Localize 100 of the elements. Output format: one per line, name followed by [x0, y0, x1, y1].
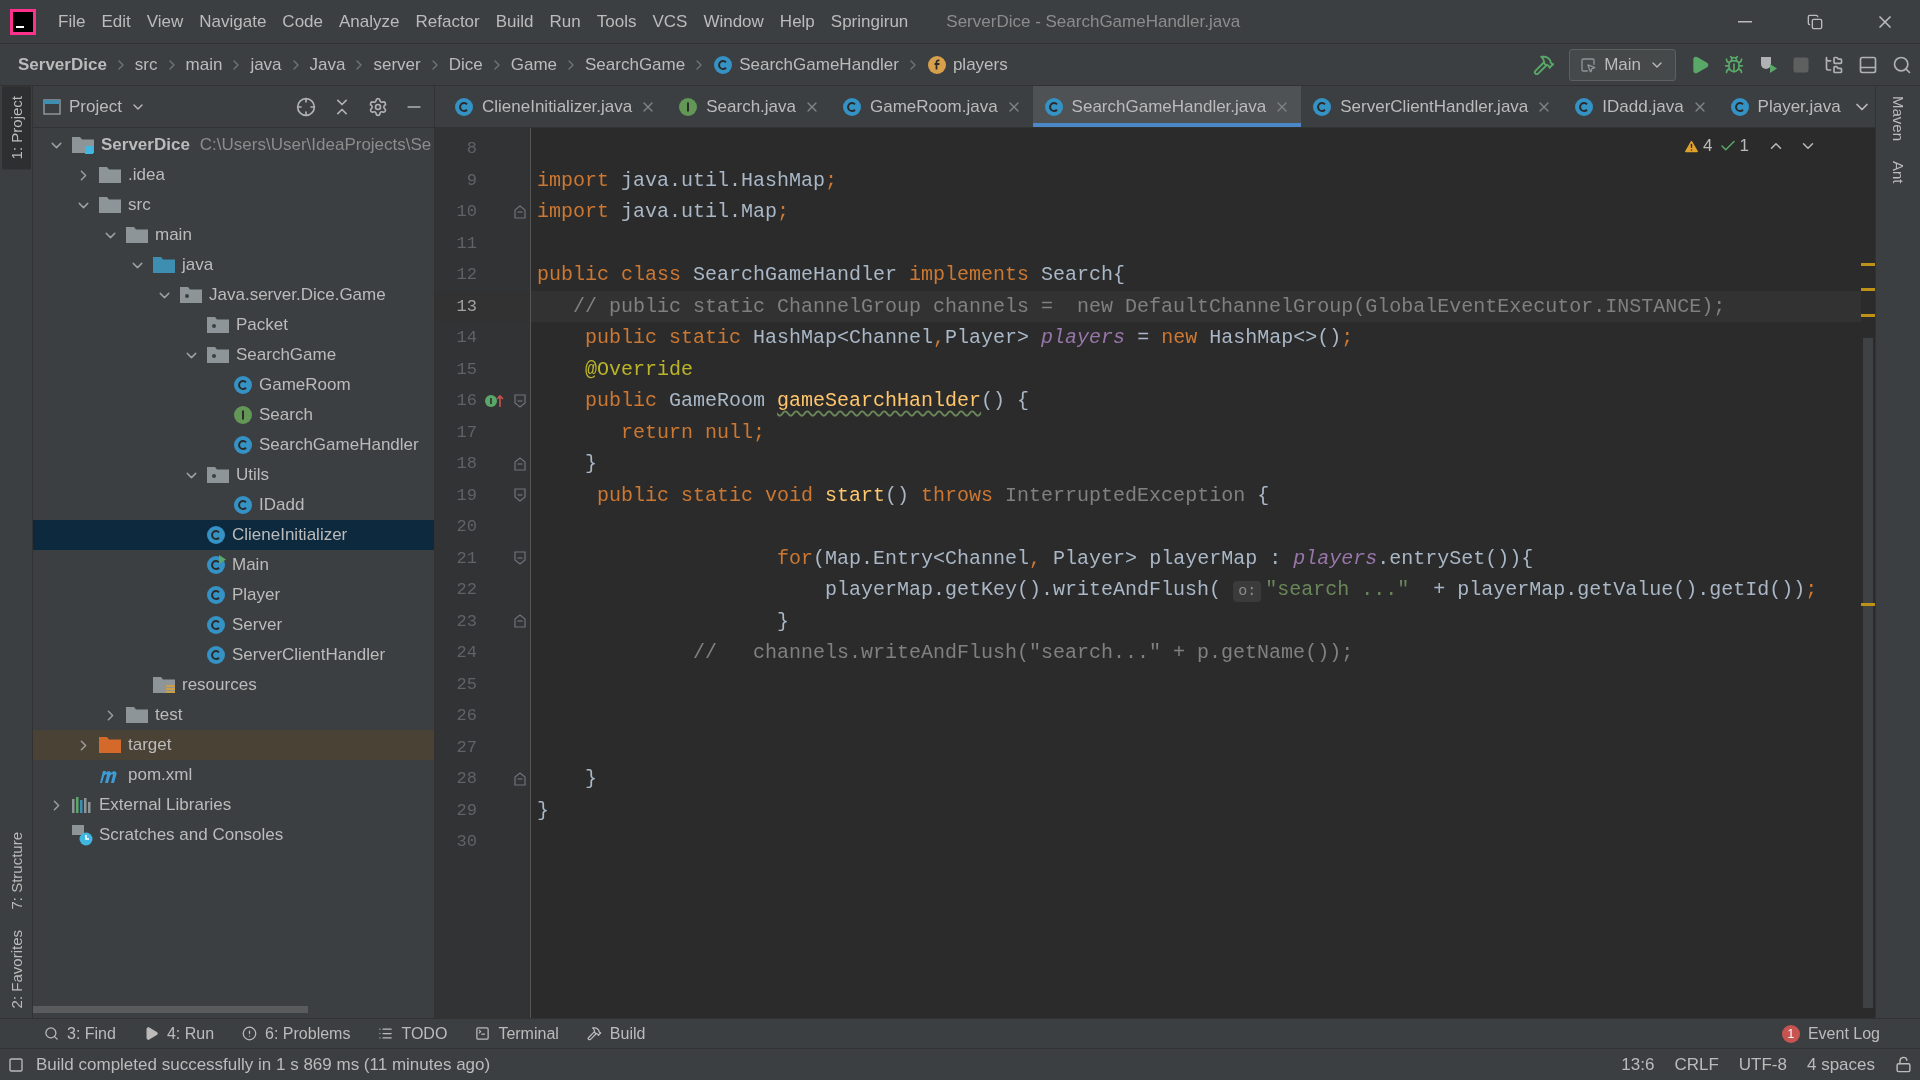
- tree-item[interactable]: Search: [33, 400, 434, 430]
- menu-item[interactable]: Run: [541, 11, 589, 32]
- project-structure-icon[interactable]: [1824, 54, 1844, 75]
- weak-warnings-count[interactable]: 1: [1718, 136, 1749, 156]
- code-line: return null;: [620, 420, 766, 444]
- menu-item[interactable]: Edit: [93, 11, 139, 32]
- editor-tab[interactable]: GameRoom.java: [831, 86, 1033, 127]
- tree-item[interactable]: Utils: [33, 460, 434, 490]
- fold-end-icon[interactable]: [514, 456, 526, 471]
- editor-tab[interactable]: IDadd.java: [1563, 86, 1719, 127]
- menu-item[interactable]: File: [50, 11, 94, 32]
- settings-icon[interactable]: [368, 96, 388, 117]
- layout-icon[interactable]: [1858, 54, 1878, 75]
- menu-item[interactable]: Tools: [588, 11, 645, 32]
- tree-item[interactable]: IDadd: [33, 490, 434, 520]
- tree-item[interactable]: Packet: [33, 310, 434, 340]
- tool-window-button[interactable]: 3: Find: [44, 1024, 116, 1043]
- tree-item[interactable]: SearchGame: [33, 340, 434, 370]
- debug-icon[interactable]: [1724, 54, 1744, 75]
- breadcrumb[interactable]: ServerDice: [18, 54, 107, 75]
- menu-item[interactable]: Build: [487, 11, 542, 32]
- tool-window-button[interactable]: Terminal: [475, 1024, 559, 1043]
- editor-tab[interactable]: SearchGameHandler.java: [1032, 86, 1302, 127]
- lock-icon[interactable]: [1895, 1056, 1912, 1073]
- editor-tab[interactable]: Search.java: [667, 86, 832, 127]
- tool-window-tab[interactable]: Ant: [1883, 151, 1913, 194]
- status-item[interactable]: UTF-8: [1738, 1054, 1787, 1075]
- fold-start-icon[interactable]: [514, 488, 526, 503]
- editor-tab[interactable]: Player.java: [1718, 86, 1852, 127]
- tree-item[interactable]: .idea: [33, 160, 434, 190]
- tree-item[interactable]: Java.server.Dice.Game: [33, 280, 434, 310]
- tree-item[interactable]: src: [33, 190, 434, 220]
- run-configuration-dropdown[interactable]: Main: [1569, 48, 1676, 81]
- tree-item[interactable]: main: [33, 220, 434, 250]
- tool-window-tab[interactable]: Maven: [1883, 86, 1913, 152]
- breadcrumb[interactable]: SearchGameHandler: [713, 54, 899, 75]
- implements-icon[interactable]: [484, 392, 504, 409]
- warnings-count[interactable]: 4: [1683, 136, 1713, 156]
- tree-item[interactable]: resources: [33, 670, 434, 700]
- menu-item[interactable]: Analyze: [331, 11, 408, 32]
- tree-item[interactable]: ServerDice C:\Users\User\IdeaProjects\Se: [33, 130, 434, 160]
- scrollbar-thumb[interactable]: [1863, 338, 1873, 1008]
- menu-item[interactable]: Springirun: [822, 11, 917, 32]
- panel-toggle-icon[interactable]: [8, 1056, 24, 1073]
- hammer-icon[interactable]: [1533, 53, 1556, 76]
- tree-item[interactable]: ServerClientHandler: [33, 640, 434, 670]
- status-item[interactable]: CRLF: [1674, 1054, 1719, 1075]
- menu-item[interactable]: Refactor: [407, 11, 488, 32]
- breadcrumb[interactable]: SearchGame: [585, 54, 686, 75]
- tree-item[interactable]: ClieneInitializer: [33, 520, 434, 550]
- tool-window-button[interactable]: 6: Problems: [242, 1024, 351, 1043]
- search-icon[interactable]: [1892, 54, 1912, 75]
- tree-item[interactable]: target: [33, 730, 434, 760]
- tree-item[interactable]: Scratches and Consoles: [33, 820, 434, 850]
- breadcrumb[interactable]: Dice: [448, 54, 483, 75]
- breadcrumb[interactable]: players: [926, 54, 1008, 75]
- breadcrumb[interactable]: Java: [309, 54, 346, 75]
- menu-item[interactable]: Code: [274, 11, 331, 32]
- tool-window-tab[interactable]: 7: Structure: [1, 822, 31, 920]
- tool-window-tab[interactable]: 1: Project: [1, 86, 31, 170]
- tree-item[interactable]: Main: [33, 550, 434, 580]
- tree-item[interactable]: Server: [33, 610, 434, 640]
- tool-window-button[interactable]: 4: Run: [143, 1024, 215, 1043]
- menu-item[interactable]: Help: [771, 11, 823, 32]
- breadcrumb[interactable]: Game: [510, 54, 558, 75]
- tree-item[interactable]: test: [33, 700, 434, 730]
- fold-start-icon[interactable]: [514, 551, 526, 566]
- coverage-icon[interactable]: [1758, 54, 1778, 75]
- breadcrumb[interactable]: src: [134, 54, 158, 75]
- menu-item[interactable]: VCS: [644, 11, 696, 32]
- project-view-dropdown[interactable]: Project: [43, 96, 146, 117]
- tree-item[interactable]: java: [33, 250, 434, 280]
- breadcrumb[interactable]: java: [250, 54, 282, 75]
- fold-end-icon[interactable]: [514, 204, 526, 219]
- tree-item[interactable]: pom.xml: [33, 760, 434, 790]
- tree-item[interactable]: GameRoom: [33, 370, 434, 400]
- menu-item[interactable]: View: [138, 11, 192, 32]
- event-log-button[interactable]: 1 Event Log: [1781, 1024, 1880, 1043]
- fold-start-icon[interactable]: [514, 393, 526, 408]
- breadcrumb[interactable]: main: [185, 54, 223, 75]
- list-icon: [378, 1026, 394, 1041]
- tree-item[interactable]: Player: [33, 580, 434, 610]
- editor-tab[interactable]: ServerClientHandler.java: [1301, 86, 1564, 127]
- locate-icon[interactable]: [296, 96, 316, 117]
- tree-item[interactable]: External Libraries: [33, 790, 434, 820]
- warning-icon: [242, 1026, 258, 1041]
- editor-tab[interactable]: ClieneInitializer.java: [443, 86, 668, 127]
- tool-window-tab[interactable]: 2: Favorites: [1, 919, 31, 1018]
- status-item[interactable]: 4 spaces: [1806, 1054, 1875, 1075]
- run-icon[interactable]: [1690, 54, 1710, 75]
- menu-item[interactable]: Navigate: [191, 11, 275, 32]
- fold-end-icon[interactable]: [514, 614, 526, 629]
- tree-item[interactable]: SearchGameHandler: [33, 430, 434, 460]
- menu-item[interactable]: Window: [695, 11, 772, 32]
- tool-window-button[interactable]: TODO: [378, 1024, 448, 1043]
- fold-end-icon[interactable]: [514, 771, 526, 786]
- tool-window-button[interactable]: Build: [586, 1024, 646, 1043]
- breadcrumb[interactable]: server: [373, 54, 421, 75]
- scrollbar-thumb[interactable]: [33, 1006, 308, 1013]
- status-item[interactable]: 13:6: [1621, 1054, 1655, 1075]
